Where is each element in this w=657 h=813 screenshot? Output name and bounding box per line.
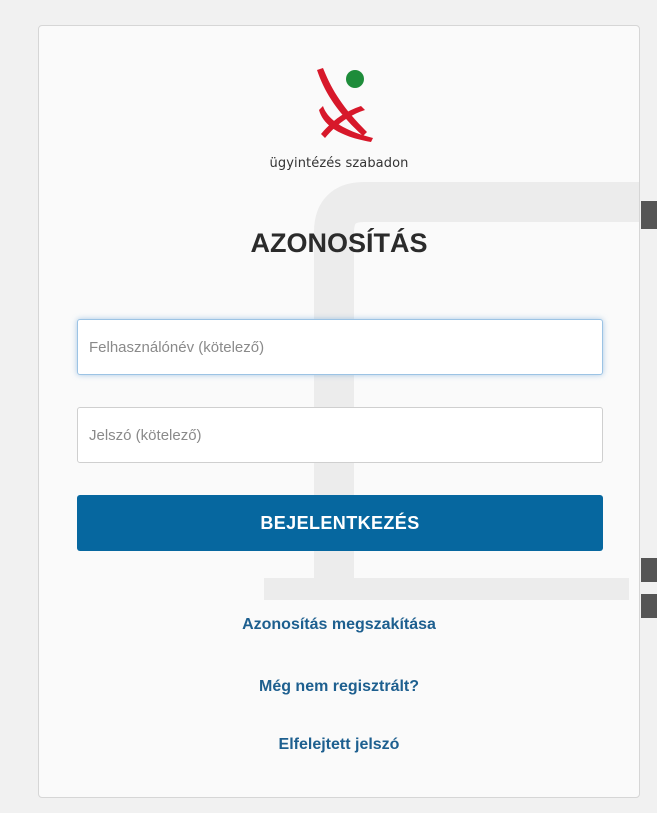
page-title: AZONOSÍTÁS — [250, 228, 428, 258]
login-card: ügyintézés szabadon AZONOSÍTÁS BEJELENTK… — [38, 25, 640, 798]
username-field[interactable] — [77, 319, 603, 375]
password-field[interactable] — [77, 407, 603, 463]
logo-tagline: ügyintézés szabadon — [269, 156, 409, 171]
login-button[interactable]: BEJELENTKEZÉS — [77, 495, 603, 551]
edge-marker-top — [641, 201, 657, 229]
register-link[interactable]: Még nem regisztrált? — [39, 678, 639, 696]
page-background: ügyintézés szabadon AZONOSÍTÁS BEJELENTK… — [0, 0, 657, 813]
logo: ügyintézés szabadon — [39, 66, 639, 171]
edge-marker-mid — [641, 558, 657, 582]
cancel-authentication-link[interactable]: Azonosítás megszakítása — [39, 616, 639, 634]
ugyintezes-logo-icon — [317, 68, 373, 142]
forgot-password-link[interactable]: Elfelejtett jelszó — [39, 736, 639, 754]
edge-marker-bottom — [641, 594, 657, 618]
